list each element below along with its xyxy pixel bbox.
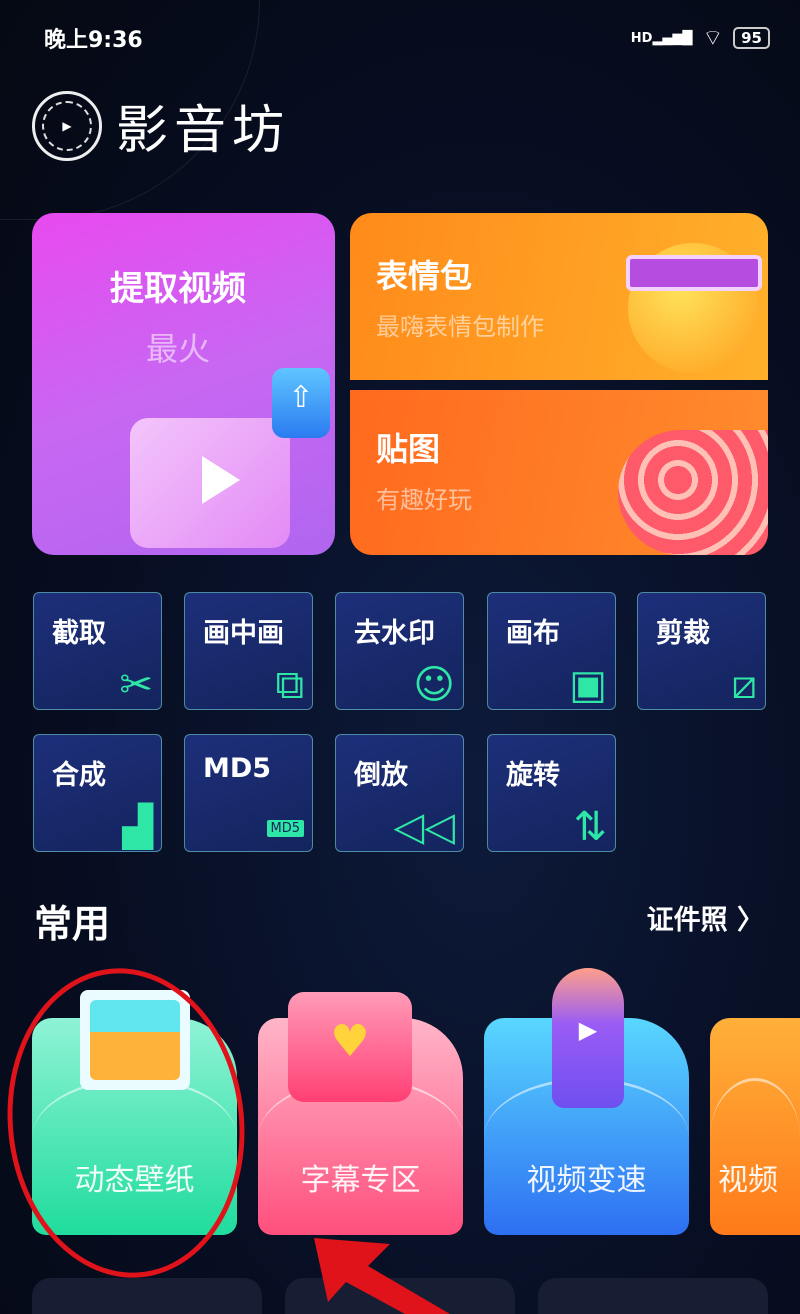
tool-remove-watermark[interactable]: 去水印 ☺ [335,592,464,710]
rocket-icon: ▶ [552,968,624,1108]
banner-title: 表情包 [376,257,473,295]
play-icon [202,456,240,504]
id-photo-link[interactable]: 证件照 〉 [647,898,764,937]
card-label: 动态壁纸 [74,1163,195,1198]
tool-label: 剪裁 [656,618,710,649]
tool-crop[interactable]: 剪裁 ⧄ [637,592,766,710]
app-title: 影音坊 [116,101,291,161]
picture-in-picture-icon: ⧉ [275,662,304,708]
tool-label: MD5 [203,753,272,784]
banner-title: 提取视频 [110,269,246,309]
card-label: 视频变速 [526,1163,647,1198]
app-logo: ▶ 影音坊 [32,88,290,163]
card-video-partial[interactable]: 视频 [710,1018,800,1235]
canvas-icon: ▣ [569,662,607,708]
rewind-icon: ◁◁ [393,804,455,850]
sticker-banner[interactable]: 贴图 有趣好玩 [350,390,768,555]
tool-rotate[interactable]: 旋转 ⇅ [487,734,616,852]
wifi-icon: ⌔ [702,26,724,51]
banner-title: 贴图 [376,430,441,468]
bottom-card[interactable] [32,1278,262,1314]
tool-capture[interactable]: 截取 ✂ [33,592,162,710]
mountain-image-icon [80,990,190,1090]
card-label: 视频 [718,1163,778,1198]
chevron-right-icon: 〉 [737,905,764,936]
emoji-banner[interactable]: 表情包 最嗨表情包制作 [350,213,768,380]
tool-label: 截取 [52,618,106,649]
tool-reverse[interactable]: 倒放 ◁◁ [335,734,464,852]
heart-chat-icon: ♥ [288,992,412,1102]
tool-label: 合成 [52,760,106,791]
extract-video-banner[interactable]: 提取视频 最火 ⇧ [32,213,335,555]
person-icon: ☺ [413,662,455,708]
tool-label: 倒放 [354,760,408,791]
network-label: HD [630,30,653,46]
section-title-common: 常用 [34,902,111,946]
battery-icon: 95 [733,27,770,49]
md5-file-icon: MD5 [266,820,304,837]
banner-subtitle: 有趣好玩 [376,486,472,514]
tool-label: 画中画 [203,618,284,649]
card-label: 字幕专区 [300,1163,421,1198]
status-time: 晚上9:36 [44,28,143,53]
annotation-arrow [314,1238,450,1314]
bottom-card[interactable] [538,1278,768,1314]
image-stack-icon: ▟ [122,804,153,850]
tool-md5[interactable]: MD5 MD5 [184,734,313,852]
tool-pip[interactable]: 画中画 ⧉ [184,592,313,710]
banner-subtitle: 最火 [146,330,211,368]
link-label: 证件照 [646,905,728,936]
reel-logo-icon: ▶ [32,90,102,161]
tool-merge[interactable]: 合成 ▟ [33,734,162,852]
tool-label: 旋转 [506,760,560,791]
tool-label: 去水印 [354,618,435,649]
crop-icon: ⧄ [731,662,757,708]
signal-icon: HD▂▄▆█ [630,30,693,46]
status-bar: 晚上9:36 HD▂▄▆█ ⌔ 95 [44,22,770,54]
upload-arrow-icon: ⇧ [272,368,330,438]
scissors-icon: ✂ [119,662,153,708]
banner-subtitle: 最嗨表情包制作 [376,313,544,341]
rotate-icon: ⇅ [573,804,607,850]
tool-label: 画布 [506,618,560,649]
tool-canvas[interactable]: 画布 ▣ [487,592,616,710]
video-film-icon [130,418,290,548]
